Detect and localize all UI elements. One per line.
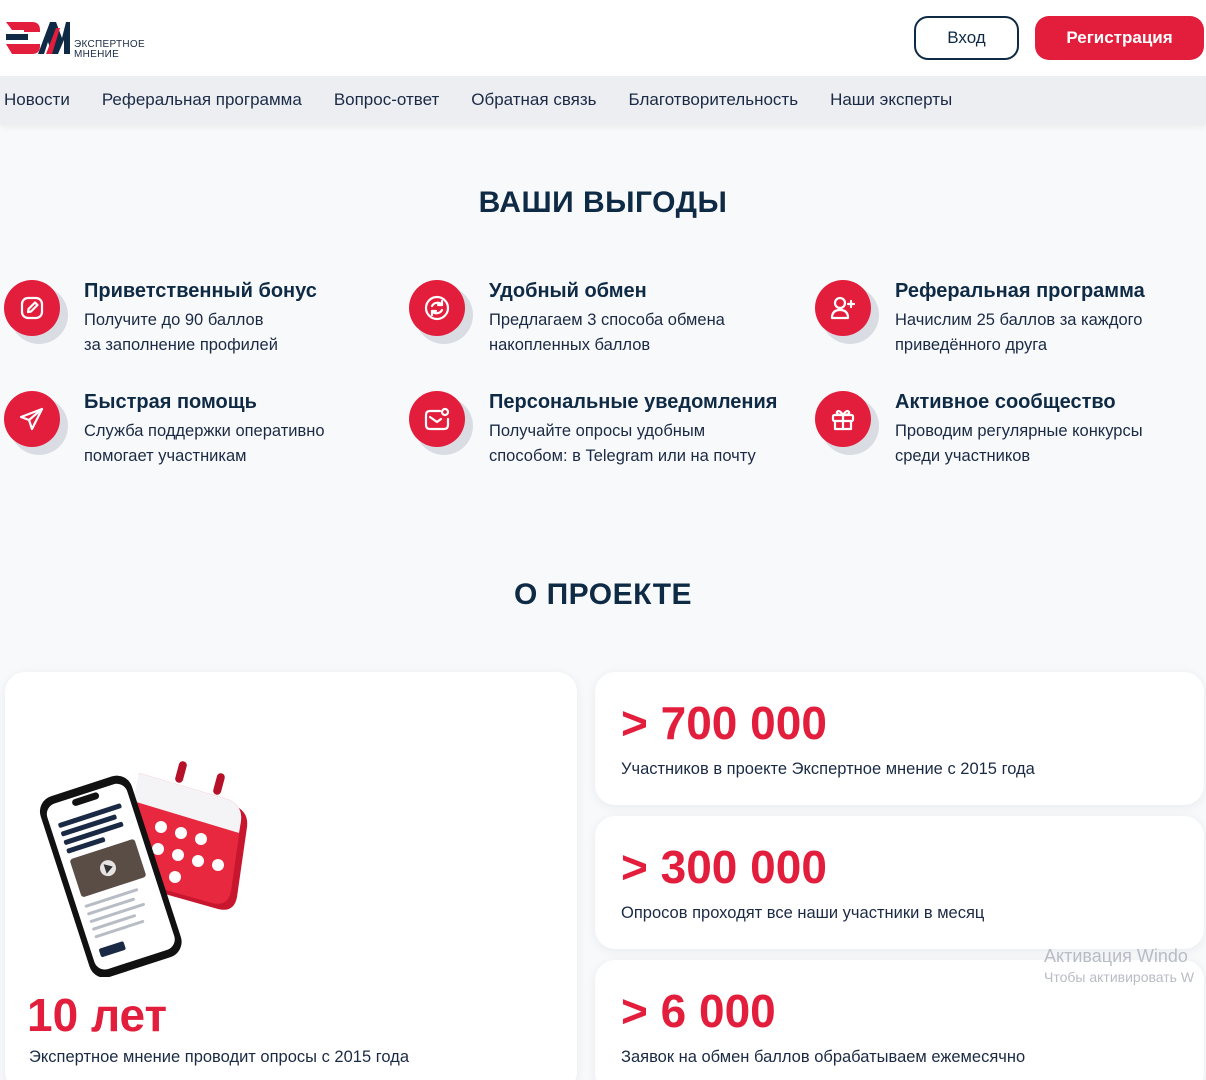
nav-item-referral[interactable]: Реферальная программа xyxy=(102,90,302,110)
benefit-text-line1: Служба поддержки оперативно xyxy=(84,422,325,440)
stat-text: Заявок на обмен баллов обрабатываем ежем… xyxy=(621,1048,1026,1066)
watermark-line2: Чтобы активировать W xyxy=(1044,969,1195,985)
login-button[interactable]: Вход xyxy=(914,16,1019,60)
benefit-text-line1: Получайте опросы удобным xyxy=(489,422,706,440)
benefit-title: Активное сообщество xyxy=(895,391,1116,413)
benefit-text-line1: Получите до 90 баллов xyxy=(84,311,264,329)
stat-card: > 700 000 Участников в проекте Экспертно… xyxy=(595,672,1204,805)
benefit-text: Проводим регулярные конкурсы среди участ… xyxy=(895,419,1195,469)
years-text: Экспертное мнение проводит опросы с 2015… xyxy=(29,1048,409,1066)
benefit-text-line2: способом: в Telegram или на почту xyxy=(489,447,756,465)
benefit-text-line2: приведённого друга xyxy=(895,336,1048,354)
register-button[interactable]: Регистрация xyxy=(1035,16,1204,60)
logo-text: ЭКСПЕРТНОЕ МНЕНИЕ xyxy=(74,40,145,60)
benefit-text-line2: накопленных баллов xyxy=(489,336,651,354)
benefit-text-line1: Проводим регулярные конкурсы xyxy=(895,422,1143,440)
benefit-text: Получите до 90 баллов за заполнение проф… xyxy=(84,308,384,358)
gift-icon xyxy=(815,391,871,447)
benefit-title: Персональные уведомления xyxy=(489,391,778,413)
benefit-item: Быстрая помощь Служба поддержки оператив… xyxy=(4,391,394,481)
site-header: ЭКСПЕРТНОЕ МНЕНИЕ Вход Регистрация xyxy=(0,0,1206,76)
benefit-title: Удобный обмен xyxy=(489,280,647,302)
stat-value: > 300 000 xyxy=(621,841,827,893)
benefit-text-line2: за заполнение профилей xyxy=(84,336,278,354)
benefit-title: Быстрая помощь xyxy=(84,391,257,413)
nav-item-faq[interactable]: Вопрос-ответ xyxy=(334,90,439,110)
about-title: О ПРОЕКТЕ xyxy=(513,578,693,611)
logo-text-line2: МНЕНИЕ xyxy=(74,49,120,60)
stat-text: Опросов проходят все наши участники в ме… xyxy=(621,904,985,922)
benefit-item: Приветственный бонус Получите до 90 балл… xyxy=(4,280,394,370)
main-nav: Новости Реферальная программа Вопрос-отв… xyxy=(0,76,1206,124)
user-plus-icon xyxy=(815,280,871,336)
benefits-title: ВАШИ ВЫГОДЫ xyxy=(478,186,728,219)
benefit-text-line1: Начислим 25 баллов за каждого xyxy=(895,311,1143,329)
nav-item-charity[interactable]: Благотворительность xyxy=(629,90,799,110)
stat-text: Участников в проекте Экспертное мнение с… xyxy=(621,760,1035,778)
windows-activation-watermark: Активация Windo Чтобы активировать W xyxy=(1044,946,1194,985)
phone-calendar-illustration xyxy=(39,761,248,977)
benefit-item: Удобный обмен Предлагаем 3 способа обмен… xyxy=(409,280,799,370)
benefit-text: Служба поддержки оперативно помогает уча… xyxy=(84,419,384,469)
nav-item-news[interactable]: Новости xyxy=(4,90,70,110)
years-value: 10 лет xyxy=(27,989,168,1041)
benefit-item: Реферальная программа Начислим 25 баллов… xyxy=(815,280,1205,370)
mail-notification-icon xyxy=(409,391,465,447)
stat-card: > 300 000 Опросов проходят все наши учас… xyxy=(595,816,1204,949)
stat-value: > 6 000 xyxy=(621,985,776,1037)
benefit-text: Получайте опросы удобным способом: в Tel… xyxy=(489,419,789,469)
send-icon xyxy=(4,391,60,447)
site-logo[interactable]: ЭКСПЕРТНОЕ МНЕНИЕ xyxy=(4,16,164,62)
logo-mark-icon xyxy=(6,22,70,54)
benefit-text: Предлагаем 3 способа обмена накопленных … xyxy=(489,308,789,358)
edit-icon xyxy=(4,280,60,336)
benefit-title: Приветственный бонус xyxy=(84,280,317,302)
benefit-text: Начислим 25 баллов за каждого приведённо… xyxy=(895,308,1195,358)
watermark-line1: Активация Windo xyxy=(1044,946,1188,966)
years-card: 10 лет Экспертное мнение проводит опросы… xyxy=(5,672,577,1080)
exchange-icon xyxy=(409,280,465,336)
benefit-text-line2: среди участников xyxy=(895,447,1031,465)
nav-item-feedback[interactable]: Обратная связь xyxy=(471,90,596,110)
benefit-item: Персональные уведомления Получайте опрос… xyxy=(409,391,799,481)
benefit-text-line1: Предлагаем 3 способа обмена xyxy=(489,311,725,329)
benefit-item: Активное сообщество Проводим регулярные … xyxy=(815,391,1205,481)
nav-item-experts[interactable]: Наши эксперты xyxy=(830,90,952,110)
stat-value: > 700 000 xyxy=(621,697,827,749)
benefit-title: Реферальная программа xyxy=(895,280,1145,302)
benefit-text-line2: помогает участникам xyxy=(84,447,247,465)
